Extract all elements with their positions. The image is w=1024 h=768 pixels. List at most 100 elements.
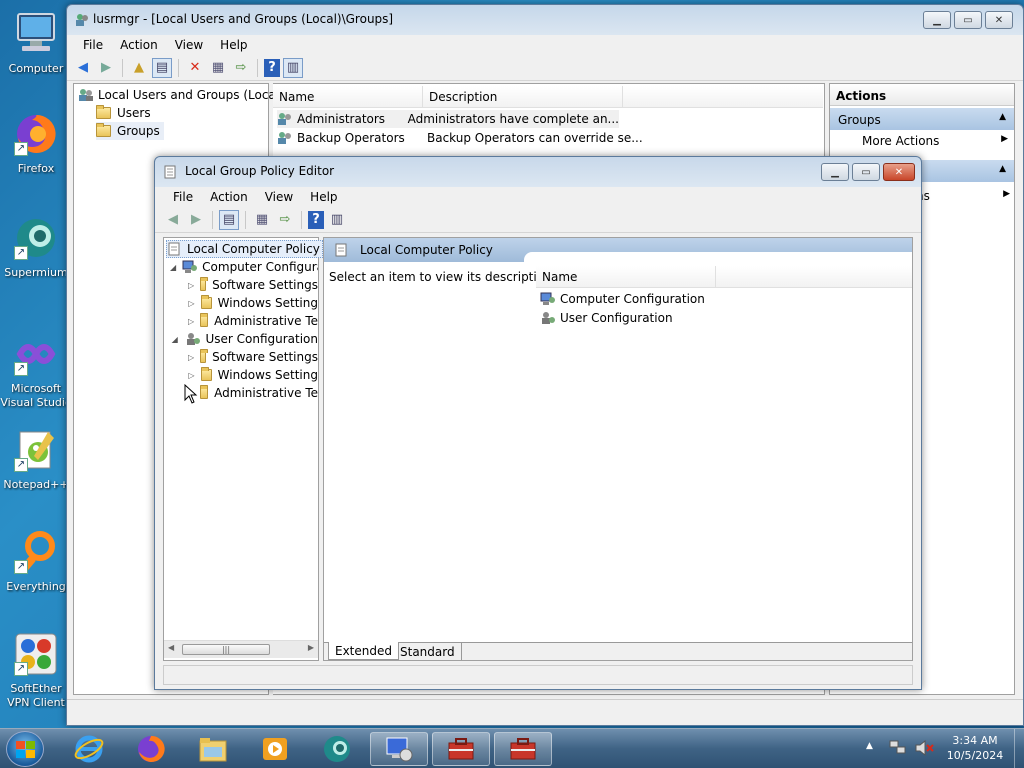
- scroll-right-icon[interactable]: ▶: [308, 643, 314, 652]
- taskbar-computer-management[interactable]: [432, 732, 490, 766]
- tree-item-groups[interactable]: Groups: [96, 122, 164, 140]
- volume-muted-icon[interactable]: [914, 739, 934, 757]
- up-folder-icon[interactable]: ▲: [129, 58, 149, 78]
- list-item-user-configuration[interactable]: User Configuration: [540, 309, 673, 327]
- users-mmc-icon: [75, 13, 89, 27]
- desktop-icon-label: SoftEther VPN Client Manager: [7, 682, 65, 709]
- folder-icon: [200, 277, 209, 291]
- table-row[interactable]: Backup Operators Backup Operators can ov…: [277, 129, 643, 147]
- taskbar-explorer[interactable]: [186, 732, 240, 766]
- shortcut-arrow-icon: ↗: [14, 458, 28, 472]
- desktop-icon-softether[interactable]: ↗ SoftEther VPN Client Manager: [0, 630, 72, 710]
- desktop-icon-notepadpp[interactable]: ↗ Notepad++: [0, 426, 72, 491]
- back-arrow-icon[interactable]: ◀: [163, 210, 183, 230]
- forward-arrow-icon[interactable]: ▶: [186, 210, 206, 230]
- close-button[interactable]: ✕: [985, 11, 1013, 29]
- tree-user-configuration[interactable]: ◢ User Configuration: [170, 330, 318, 348]
- export-list-icon[interactable]: ⇨: [231, 58, 251, 78]
- menu-action[interactable]: Action: [112, 38, 167, 52]
- clock-time: 3:34 AM: [952, 734, 998, 747]
- folder-icon: [96, 123, 111, 137]
- properties-icon[interactable]: ▦: [252, 210, 272, 230]
- tree-item[interactable]: ▷ Software Settings: [188, 276, 318, 294]
- menu-file[interactable]: File: [165, 190, 202, 204]
- tree-item[interactable]: ▷ Administrative Te: [188, 384, 318, 402]
- tree-item[interactable]: ▷ Windows Setting: [188, 294, 318, 312]
- file-explorer-icon: [199, 738, 227, 762]
- taskbar-firefox[interactable]: [124, 732, 178, 766]
- desktop-icon-everything[interactable]: ↗ Everything: [0, 528, 72, 593]
- collapsed-arrow-icon[interactable]: ▷: [188, 299, 195, 308]
- collapsed-arrow-icon[interactable]: ▷: [188, 281, 194, 290]
- help-icon[interactable]: ?: [308, 210, 324, 229]
- tree-item[interactable]: ▷ Administrative Te: [188, 312, 318, 330]
- gpedit-titlebar[interactable]: Local Group Policy Editor ▁ ▭ ✕: [155, 157, 921, 187]
- export-list-icon[interactable]: ⇨: [275, 210, 295, 230]
- desktop-icon-computer[interactable]: Computer: [0, 10, 72, 75]
- tree-root-local-computer-policy[interactable]: Local Computer Policy: [166, 240, 323, 258]
- menu-view[interactable]: View: [257, 190, 302, 204]
- collapsed-arrow-icon[interactable]: ▷: [188, 317, 194, 326]
- menu-file[interactable]: File: [75, 38, 112, 52]
- tab-extended[interactable]: Extended: [328, 642, 399, 660]
- delete-icon[interactable]: ✕: [185, 58, 205, 78]
- desktop-icon-firefox[interactable]: ↗ Firefox: [0, 110, 72, 175]
- taskbar-ie[interactable]: [62, 732, 116, 766]
- minimize-button[interactable]: ▁: [821, 163, 849, 181]
- minimize-button[interactable]: ▁: [923, 11, 951, 29]
- tree-item-users[interactable]: Users: [96, 104, 151, 122]
- show-tree-icon[interactable]: ▤: [152, 57, 172, 78]
- back-arrow-icon[interactable]: ◀: [73, 58, 93, 78]
- computer-config-icon: [182, 260, 198, 274]
- tree-computer-configuration[interactable]: ◢ Computer Configura: [170, 258, 318, 276]
- tree-horizontal-scrollbar[interactable]: ◀ ||| ▶: [164, 640, 318, 658]
- column-name[interactable]: Name: [536, 266, 716, 287]
- taskbar: ▲ 3:34 AM 10/5/2024: [0, 728, 1024, 768]
- tab-standard[interactable]: Standard: [394, 643, 462, 660]
- tree-item[interactable]: ▷ Software Settings: [188, 348, 318, 366]
- more-actions-item[interactable]: More Actions ▶: [862, 134, 1012, 152]
- lusrmgr-title: lusrmgr - [Local Users and Groups (Local…: [93, 12, 394, 26]
- collapsed-arrow-icon[interactable]: ▷: [188, 371, 195, 380]
- scroll-thumb[interactable]: |||: [182, 644, 270, 655]
- start-button[interactable]: [6, 731, 44, 767]
- lusrmgr-titlebar[interactable]: lusrmgr - [Local Users and Groups (Local…: [67, 5, 1023, 35]
- show-desktop-button[interactable]: [1014, 729, 1024, 768]
- tree-item[interactable]: ▷ Windows Setting: [188, 366, 318, 384]
- show-action-pane-icon[interactable]: ▥: [283, 57, 303, 78]
- expanded-arrow-icon[interactable]: ◢: [170, 263, 176, 272]
- collapsed-arrow-icon[interactable]: ▷: [188, 353, 194, 362]
- list-item-computer-configuration[interactable]: Computer Configuration: [540, 290, 705, 308]
- maximize-button[interactable]: ▭: [954, 11, 982, 29]
- menu-view[interactable]: View: [167, 38, 212, 52]
- maximize-button[interactable]: ▭: [852, 163, 880, 181]
- clock[interactable]: 3:34 AM 10/5/2024: [940, 733, 1010, 763]
- properties-icon[interactable]: ▦: [208, 58, 228, 78]
- menu-help[interactable]: Help: [302, 190, 346, 204]
- tree-root[interactable]: Local Users and Groups (Local): [78, 86, 284, 104]
- help-icon[interactable]: ?: [264, 58, 280, 77]
- gpedit-window[interactable]: Local Group Policy Editor ▁ ▭ ✕ File Act…: [154, 156, 922, 690]
- scroll-left-icon[interactable]: ◀: [168, 643, 174, 652]
- taskbar-media-player[interactable]: [248, 732, 302, 766]
- column-name[interactable]: Name: [273, 86, 423, 107]
- show-action-pane-icon[interactable]: ▥: [327, 210, 347, 230]
- close-button[interactable]: ✕: [883, 163, 915, 181]
- taskbar-supermium[interactable]: [310, 732, 364, 766]
- softether-icon: ↗: [12, 630, 60, 678]
- table-row[interactable]: Administrators Administrators have compl…: [277, 110, 619, 128]
- show-hidden-icons-icon[interactable]: ▲: [866, 741, 873, 751]
- notepadpp-icon: ↗: [12, 426, 60, 474]
- taskbar-group-policy[interactable]: [494, 732, 552, 766]
- menu-action[interactable]: Action: [202, 190, 257, 204]
- actions-section-groups[interactable]: Groups ▲: [830, 108, 1014, 130]
- show-tree-icon[interactable]: ▤: [219, 209, 239, 230]
- desktop-icon-visual-studio[interactable]: ↗ Microsoft Visual Studio: [0, 330, 72, 410]
- forward-arrow-icon[interactable]: ▶: [96, 58, 116, 78]
- taskbar-remote-desktop[interactable]: [370, 732, 428, 766]
- expanded-arrow-icon[interactable]: ◢: [170, 335, 179, 344]
- desktop-icon-supermium[interactable]: ↗ Supermium: [0, 214, 72, 279]
- column-description[interactable]: Description: [423, 86, 623, 107]
- menu-help[interactable]: Help: [212, 38, 256, 52]
- network-icon[interactable]: [888, 739, 908, 757]
